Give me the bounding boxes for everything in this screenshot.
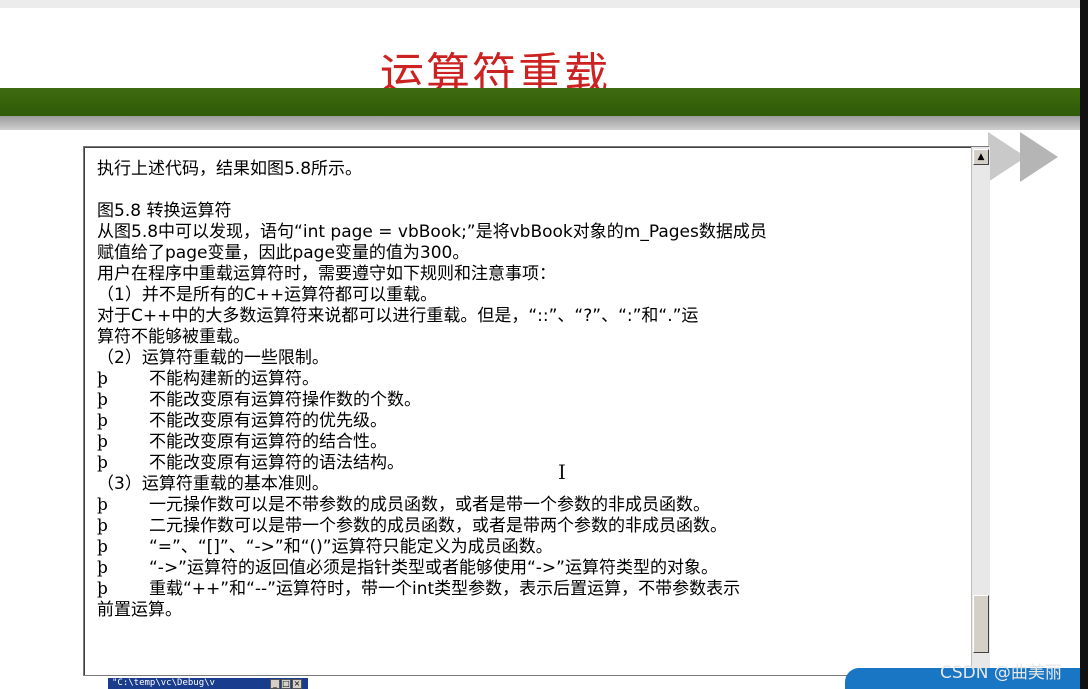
arrow-up-icon: ▲ xyxy=(977,152,985,162)
top-strip xyxy=(0,0,1088,8)
doc-line: 对于C++中的大多数运算符来说都可以进行重载。但是，“::”、“?”、“:”和“… xyxy=(97,306,699,326)
checkbox-glyph-icon: þ xyxy=(97,453,108,473)
list-item-text: 不能改变原有运算符的优先级。 xyxy=(149,411,387,431)
checkbox-glyph-icon: þ xyxy=(97,495,108,515)
doc-line: 算符不能够被重载。 xyxy=(97,327,250,347)
checkbox-glyph-icon: þ xyxy=(97,537,108,557)
checkbox-glyph-icon: þ xyxy=(97,432,108,452)
document-viewer[interactable]: 执行上述代码，结果如图5.8所示。 图5.8 转换运算符 从图5.8中可以发现，… xyxy=(83,146,990,676)
title-bar-decoration xyxy=(0,88,1088,116)
checkbox-glyph-icon: þ xyxy=(97,579,108,599)
list-item: þ 不能改变原有运算符的优先级。 xyxy=(97,411,967,432)
list-item-text: 一元操作数可以是不带参数的成员函数，或者是带一个参数的非成员函数。 xyxy=(149,495,710,515)
list-item-text: “=”、“[]”、“->”和“()”运算符只能定义为成员函数。 xyxy=(149,537,553,557)
maximize-button[interactable]: □ xyxy=(281,679,291,689)
chevron-right-icon-2 xyxy=(1020,132,1058,182)
doc-line: （1）并不是所有的C++运算符都可以重载。 xyxy=(97,285,438,305)
list-item: þ “=”、“[]”、“->”和“()”运算符只能定义为成员函数。 xyxy=(97,537,967,558)
list-item-text: 不能改变原有运算符的语法结构。 xyxy=(149,453,404,473)
doc-line: （3）运算符重载的基本准则。 xyxy=(97,474,329,494)
watermark: CSDN @曲美丽 xyxy=(940,663,1062,683)
list-item: þ 一元操作数可以是不带参数的成员函数，或者是带一个参数的非成员函数。 xyxy=(97,495,967,516)
list-item: þ 不能改变原有运算符的语法结构。 xyxy=(97,453,967,474)
list-item: þ 不能改变原有运算符操作数的个数。 xyxy=(97,390,967,411)
list-item-text: 不能改变原有运算符的结合性。 xyxy=(149,432,387,452)
doc-line: 图5.8 转换运算符 xyxy=(97,201,232,221)
list-item: þ 重载“++”和“--”运算符时，带一个int类型参数，表示后置运算，不带参数表… xyxy=(97,579,967,600)
text-cursor-icon: I xyxy=(558,460,566,484)
doc-line: 用户在程序中重载运算符时，需要遵守如下规则和注意事项： xyxy=(97,264,556,284)
checkbox-glyph-icon: þ xyxy=(97,390,108,410)
list-item: þ 不能构建新的运算符。 xyxy=(97,369,967,390)
doc-line: 前置运算。 xyxy=(97,600,182,620)
document-text: 执行上述代码，结果如图5.8所示。 图5.8 转换运算符 从图5.8中可以发现，… xyxy=(97,159,967,621)
list-item: þ 二元操作数可以是带一个参数的成员函数，或者是带两个参数的非成员函数。 xyxy=(97,516,967,537)
title-bar-shadow xyxy=(0,116,1088,130)
doc-line: 赋值给了page变量，因此page变量的值为300。 xyxy=(97,243,470,263)
vertical-scrollbar[interactable]: ▲ xyxy=(971,147,990,675)
scroll-up-button[interactable]: ▲ xyxy=(973,149,989,165)
list-item-text: 重载“++”和“--”运算符时，带一个int类型参数，表示后置运算，不带参数表示 xyxy=(149,579,741,599)
checkbox-glyph-icon: þ xyxy=(97,369,108,389)
list-item-text: 不能改变原有运算符操作数的个数。 xyxy=(149,390,421,410)
list-item-text: “->”运算符的返回值必须是指针类型或者能够使用“->”运算符类型的对象。 xyxy=(149,558,718,578)
checkbox-glyph-icon: þ xyxy=(97,516,108,536)
doc-line xyxy=(97,180,967,201)
checkbox-glyph-icon: þ xyxy=(97,411,108,431)
minimize-button[interactable]: _ xyxy=(270,679,280,689)
close-button[interactable]: × xyxy=(292,679,302,689)
screen-edge xyxy=(1080,0,1088,689)
doc-line: （2）运算符重载的一些限制。 xyxy=(97,348,329,368)
list-item: þ 不能改变原有运算符的结合性。 xyxy=(97,432,967,453)
list-item-text: 不能构建新的运算符。 xyxy=(149,369,319,389)
doc-line: 从图5.8中可以发现，语句“int page = vbBook;”是将vbBoo… xyxy=(97,222,767,242)
doc-line: 执行上述代码，结果如图5.8所示。 xyxy=(97,159,363,179)
scroll-thumb[interactable] xyxy=(973,595,989,653)
list-item-text: 二元操作数可以是带一个参数的成员函数，或者是带两个参数的非成员函数。 xyxy=(149,516,727,536)
checkbox-glyph-icon: þ xyxy=(97,558,108,578)
list-item: þ “->”运算符的返回值必须是指针类型或者能够使用“->”运算符类型的对象。 xyxy=(97,558,967,579)
